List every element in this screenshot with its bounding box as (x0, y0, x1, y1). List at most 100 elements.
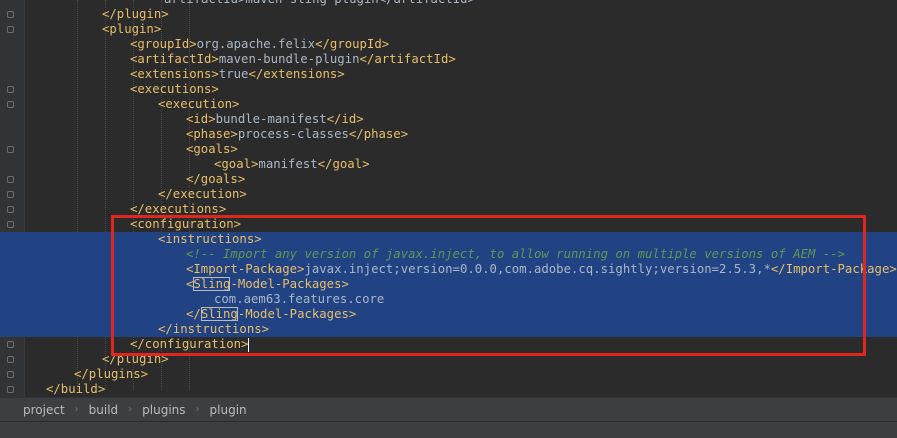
chevron-right-icon: › (74, 404, 79, 415)
xml-tag: <execution> (158, 97, 240, 111)
fold-marker-icon[interactable] (7, 191, 14, 198)
code-line[interactable]: <groupId>org.apache.felix</groupId> (130, 37, 389, 52)
fold-marker-icon[interactable] (7, 356, 14, 363)
xml-tag: </plugin> (102, 7, 169, 21)
code-line[interactable]: <execution> (158, 97, 239, 112)
fold-marker-icon[interactable] (7, 101, 14, 108)
xml-comment: <!-- Import any version of javax.inject,… (186, 247, 845, 261)
xml-tag: </ (186, 307, 201, 321)
xml-tag: </phase> (348, 127, 409, 141)
xml-text: process-classes (237, 127, 349, 141)
xml-tag: </plugin> (102, 352, 169, 366)
xml-tag: -Model-Packages> (230, 277, 349, 291)
xml-tag: </plugins> (74, 367, 149, 381)
code-line[interactable]: <id>bundle-manifest</id> (186, 112, 364, 127)
code-line[interactable]: </plugin> (102, 7, 169, 22)
xml-tag: </Import-Package> (770, 262, 897, 276)
fold-marker-icon[interactable] (7, 146, 14, 153)
text-caret (248, 337, 250, 352)
xml-tag: <goal> (214, 157, 259, 171)
xml-tag: <plugin> (102, 22, 162, 36)
xml-tag: <artifactId> (130, 52, 219, 66)
code-line[interactable]: </configuration> (130, 337, 250, 352)
code-line[interactable]: </executions> (130, 202, 226, 217)
xml-tag: <Import-Package> (186, 262, 305, 276)
xml-tag: <executions> (130, 82, 219, 96)
xml-tag: </id> (326, 112, 364, 126)
breadcrumb-item-plugin[interactable]: plugin (210, 403, 247, 417)
code-line[interactable]: </goals> (186, 172, 245, 187)
fold-marker-icon[interactable] (7, 176, 14, 183)
xml-tag: Sling (200, 307, 238, 321)
xml-tag: </groupId> (315, 37, 390, 51)
xml-tag: <groupId> (130, 37, 197, 51)
xml-tag: Sling (193, 277, 231, 291)
xml-tag: </configuration> (130, 337, 249, 351)
code-line[interactable]: <executions> (130, 82, 219, 97)
xml-tag: </artifactId> (359, 52, 456, 66)
selection-highlight (0, 292, 897, 307)
fold-marker-icon[interactable] (7, 11, 14, 18)
xml-text: manifest (258, 157, 318, 171)
xml-text: true (218, 67, 249, 81)
xml-tag: <goals> (186, 142, 238, 156)
selection-highlight (0, 307, 897, 322)
xml-tag: <configuration> (130, 217, 242, 231)
code-line[interactable]: <goal>manifest</goal> (214, 157, 369, 172)
editor-gutter (0, 0, 25, 397)
xml-tag: </goals> (186, 172, 246, 186)
fold-marker-icon[interactable] (7, 386, 14, 393)
xml-tag: </build> (46, 382, 106, 396)
breadcrumb-item-build[interactable]: build (89, 403, 119, 417)
code-line[interactable]: <configuration> (130, 217, 241, 232)
fold-marker-icon[interactable] (7, 341, 14, 348)
chevron-right-icon: › (195, 404, 200, 415)
code-line[interactable]: </build> (46, 382, 105, 397)
xml-tag: <phase> (186, 127, 238, 141)
fold-marker-icon[interactable] (7, 26, 14, 33)
xml-text: org.apache.felix (196, 37, 316, 51)
code-line[interactable]: <plugin> (102, 22, 161, 37)
code-line[interactable]: <Sling-Model-Packages> (186, 277, 349, 292)
xml-tag: <instructions> (158, 232, 262, 246)
xml-text: artifactId>maven-sling-plugin</artifactI… (164, 0, 475, 6)
fold-marker-icon[interactable] (7, 221, 14, 228)
xml-tag: </instructions> (158, 322, 270, 336)
xml-tag: </goal> (317, 157, 370, 171)
xml-text: javax.inject;version=0.0.0,com.adobe.cq.… (304, 262, 771, 276)
code-line[interactable]: com.aem63.features.core (214, 292, 384, 307)
xml-tag: <id> (186, 112, 216, 126)
code-line[interactable]: </execution> (158, 187, 247, 202)
code-editor[interactable]: artifactId>maven-sling-plugin</artifactI… (0, 0, 897, 397)
xml-tag: <extensions> (130, 67, 219, 81)
code-line[interactable]: </plugins> (74, 367, 148, 382)
fold-marker-icon[interactable] (7, 206, 14, 213)
code-line[interactable]: <!-- Import any version of javax.inject,… (186, 247, 845, 262)
breadcrumb-item-plugins[interactable]: plugins (142, 403, 185, 417)
code-line[interactable]: </plugin> (102, 352, 169, 367)
selection-highlight (0, 232, 897, 247)
code-line[interactable]: <phase>process-classes</phase> (186, 127, 408, 142)
code-line[interactable]: <instructions> (158, 232, 262, 247)
chevron-right-icon: › (128, 404, 133, 415)
code-line[interactable]: artifactId>maven-sling-plugin</artifactI… (164, 0, 475, 7)
breadcrumb-item-project[interactable]: project (23, 403, 65, 417)
code-line[interactable]: <goals> (186, 142, 238, 157)
xml-text: bundle-manifest (215, 112, 327, 126)
selection-highlight (0, 277, 897, 292)
code-line[interactable]: </Sling-Model-Packages> (186, 307, 356, 322)
code-line[interactable]: </instructions> (158, 322, 269, 337)
breadcrumb: project › build › plugins › plugin (0, 397, 897, 421)
code-line[interactable]: <artifactId>maven-bundle-plugin</artifac… (130, 52, 456, 67)
selection-highlight (0, 322, 897, 337)
fold-marker-icon[interactable] (7, 371, 14, 378)
xml-tag: </executions> (130, 202, 227, 216)
code-line[interactable]: <extensions>true</extensions> (130, 67, 345, 82)
xml-tag: </extensions> (248, 67, 345, 81)
xml-text: maven-bundle-plugin (218, 52, 360, 66)
xml-tag: </execution> (158, 187, 247, 201)
fold-marker-icon[interactable] (7, 86, 14, 93)
xml-text: com.aem63.features.core (214, 292, 385, 306)
xml-tag: -Model-Packages> (237, 307, 357, 321)
code-line[interactable]: <Import-Package>javax.inject;version=0.0… (186, 262, 897, 277)
